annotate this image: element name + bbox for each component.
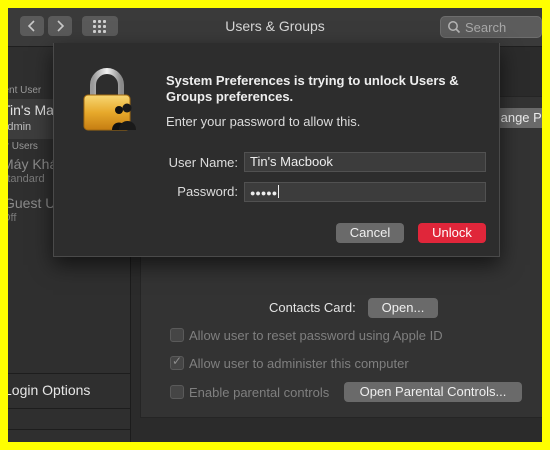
current-user-section: Current User [8,85,42,96]
allow-admin-checkbox[interactable] [170,354,184,370]
search-placeholder: Search [465,20,507,35]
open-parental-controls-button[interactable]: Open Parental Controls... [344,382,522,402]
dialog-message: Enter your password to allow this. [166,114,361,129]
contacts-card-label: Contacts Card: [269,300,356,315]
text-caret [278,185,280,198]
chevron-right-icon [57,20,65,32]
allow-reset-row[interactable]: Allow user to reset password using Apple… [170,328,443,343]
login-options-button[interactable]: Login Options [8,373,130,409]
parental-controls-row[interactable]: Enable parental controls [170,385,329,400]
password-field[interactable]: ●●●●● [244,182,486,202]
search-field[interactable]: Search [440,16,542,38]
user-role: Standard [8,173,45,185]
password-label: Password: [177,184,238,199]
login-options-label: Login Options [8,382,91,398]
user-role: Admin [8,121,32,133]
toolbar: Users & Groups Search [8,8,542,47]
dialog-title: System Preferences is trying to unlock U… [166,73,459,104]
username-label: User Name: [168,155,238,170]
guest-status: Off [8,212,17,224]
parental-controls-checkbox[interactable] [170,385,184,399]
password-dots: ●●●●● [250,188,278,198]
unlock-dialog: System Preferences is trying to unlock U… [53,43,500,257]
chevron-left-icon [27,20,35,32]
allow-reset-checkbox[interactable] [170,328,184,342]
allow-reset-label: Allow user to reset password using Apple… [189,328,443,343]
sidebar-add-remove-bar [8,409,130,430]
allow-admin-label: Allow user to administer this computer [189,356,409,371]
lock-icon [83,68,136,131]
parental-controls-label: Enable parental controls [189,385,330,400]
other-users-section: Other Users [8,141,38,152]
cancel-button[interactable]: Cancel [336,223,404,243]
window-title: Users & Groups [225,18,325,34]
show-all-button[interactable] [82,16,118,36]
allow-admin-row[interactable]: Allow user to administer this computer [170,354,409,371]
forward-button[interactable] [48,16,72,36]
username-field[interactable]: Tin's Macbook [244,152,486,172]
search-icon [448,21,461,34]
open-contacts-button[interactable]: Open... [368,298,438,318]
unlock-button[interactable]: Unlock [418,223,486,243]
back-button[interactable] [20,16,44,36]
preferences-window: Users & Groups Search Current User Tin's… [8,8,542,442]
